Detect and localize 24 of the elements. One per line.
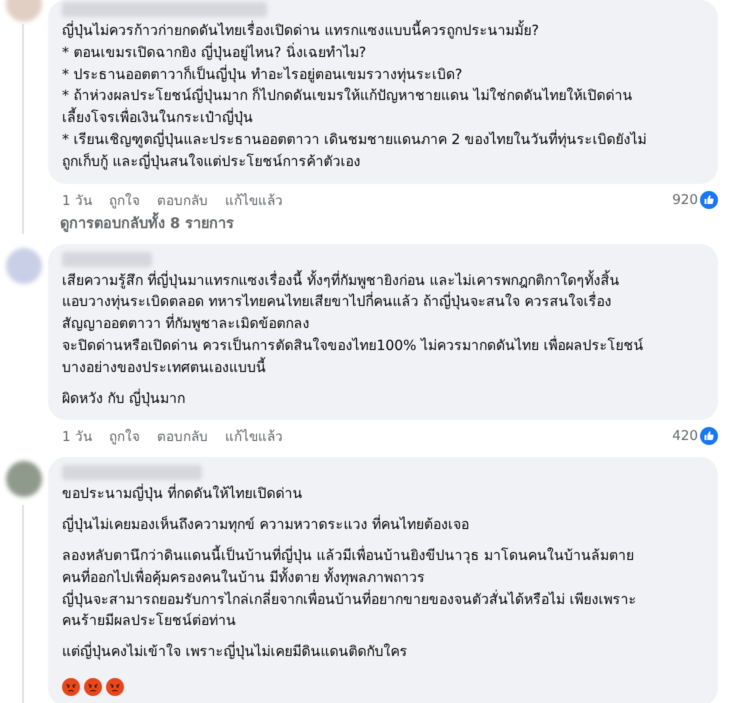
- comment-text: ผิดหวัง กับ ญี่ปุ่นมาก: [62, 388, 186, 409]
- avatar[interactable]: [6, 248, 42, 284]
- reply-link[interactable]: ตอบกลับ: [156, 425, 208, 448]
- comment-text: ขอประนามญี่ปุ่น ที่กดดันให้ไทยเปิดด่าน: [62, 484, 704, 506]
- timestamp: 1 วัน: [62, 192, 92, 211]
- comment-text: แต่ญี่ปุ่นคงไม่เข้าใจ เพราะญี่ปุ่นไม่เคยมีดินแดนติดกับใคร: [62, 642, 704, 664]
- avatar[interactable]: [6, 461, 42, 498]
- like-link[interactable]: ถูกใจ: [108, 188, 140, 211]
- reaction-count: 920: [672, 192, 698, 208]
- like-icon: [700, 190, 718, 209]
- edited-label: แก้ไขแล้ว: [224, 192, 283, 211]
- like-icon: [700, 427, 718, 446]
- reply-link[interactable]: ตอบกลับ: [156, 188, 208, 211]
- angry-face-icon: [106, 678, 124, 696]
- comment-text: ญี่ปุ่นไม่เคยมองเห็นถึงความทุกข์ ความหวาดระแวง ที่คนไทยต้องเจอ: [62, 515, 704, 537]
- comment-text: ญี่ปุ่นไม่ควรก้าวก่ายกดดันไทยเรื่องเปิดด่าน แทรกแซงแบบนี้ควรถูกประนามมั้ย? * ตอนเขมรเปิดฉากยิง ญี่ปุ่นอยู่ไหน? นิ่งเฉยทำไม? * ประธานออตตาวาก็เป็นญี่ปุ่น ทำอะไรอยู่ตอนเขมรวางทุ่นระเบิด? * ถ้าห่วงผลประโยชน์ญี่ปุ่นมาก ก็ไปกดดันเขมรให้แก้ปัญหาชายแดน ไม่ใช่กดดันไทยให้เปิดด่าน เลี้ยงโจรเพื่อเงินในกระเป๋าญี่ปุ่น * เรียนเชิญฑูตญี่ปุ่นและประธานออตตาวา เดินชมชายแดนภาค 2 ของไทยในวันที่ทุ่นระเบิดยังไม่ ถูกเก็บกู้ และญี่ปุ่นสนใจแต่ประโยชน์การค้าตัวเอง: [62, 21, 704, 174]
- edited-label: แก้ไขแล้ว: [224, 428, 283, 448]
- like-link[interactable]: ถูกใจ: [108, 425, 140, 448]
- comment-text: ลองหลับตานึกว่าดินแดนนี้เป็นบ้านที่ญี่ปุ่น แล้วมีเพื่อนบ้านยิงขีปนาวุธ มาโดนคนในบ้านล้มตาย คนที่ออกไปเพื่อคุ้มครองคนในบ้าน มีทั้งตาย ทั้งทุพลภาพถาวร ญี่ปุ่นจะสามารถยอมรับการไกล่เกลี่ยจากเพื่อนบ้านที่อยากขายของจนตัวสั่นได้หรือไม่ เพียงเพราะ คนร้ายมีผลประโยชน์ต่อท่าน: [62, 546, 704, 634]
- angry-face-icon: [62, 678, 80, 696]
- angry-face-icon: [84, 678, 102, 696]
- reaction-count: 420: [672, 428, 698, 444]
- comment-text: เสียความรู้สึก ที่ญี่ปุ่นมาแทรกแซงเรื่องนี้ ทั้งๆที่กัมพูชายิงก่อน และไม่เคารพกฎกติกาใดๆทั้งสิ้น แอบวางทุ่นระเบิดตลอด ทหารไทยคนไทยเสียขาไปกี่คนแล้ว ถ้าญี่ปุ่นจะสนใจ ควรสนใจเรื่อง สัญญาออตตาวา ที่กัมพูชาละเมิดข้อตกลง จะปิดด่านหรือเปิดด่าน ควรเป็นการตัดสินใจของไทย100% ไม่ควรมากดดันไทย เพื่อผลประโยชน์ บางอย่างของประเทศตนเองแบบนี้: [62, 270, 704, 380]
- timestamp: 1 วัน: [62, 428, 92, 448]
